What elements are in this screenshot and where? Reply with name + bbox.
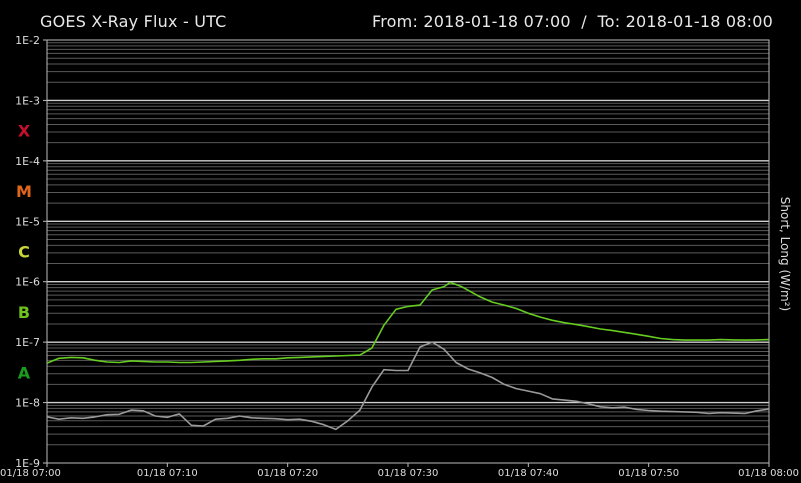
flare-class-M: M [16,182,32,201]
y-tick-label: 1E-6 [15,276,40,289]
y-tick-label: 1E-7 [15,336,40,349]
y-tick-label: 1E-5 [15,215,40,228]
x-tick-label: 01/18 07:10 [137,468,198,479]
x-tick-label: 01/18 08:00 [738,468,799,479]
grid-lines [47,42,769,446]
y-tick-label: 1E-8 [15,397,40,410]
x-tick-label: 01/18 07:50 [618,468,679,479]
y-axis-label: Short, Long (W/m²) [778,197,792,311]
xray-flux-chart: 1E-21E-31E-41E-51E-61E-71E-81E-9 01/18 0… [0,34,799,479]
x-tick-label: 01/18 07:00 [0,468,61,479]
x-tick-label: 01/18 07:30 [378,468,439,479]
flare-class-A: A [18,363,31,382]
flare-class-B: B [18,303,30,322]
x-axis-ticks: 01/18 07:00 01/18 07:10 01/18 07:20 01/18 0… [0,463,799,479]
y-tick-label: 1E-3 [15,94,40,107]
y-tick-label: 1E-4 [15,155,40,168]
flare-class-C: C [18,243,30,262]
x-tick-label: 01/18 07:20 [257,468,318,479]
y-tick-label: 1E-2 [15,34,40,47]
flare-class-X: X [18,122,31,141]
x-tick-label: 01/18 07:40 [498,468,559,479]
